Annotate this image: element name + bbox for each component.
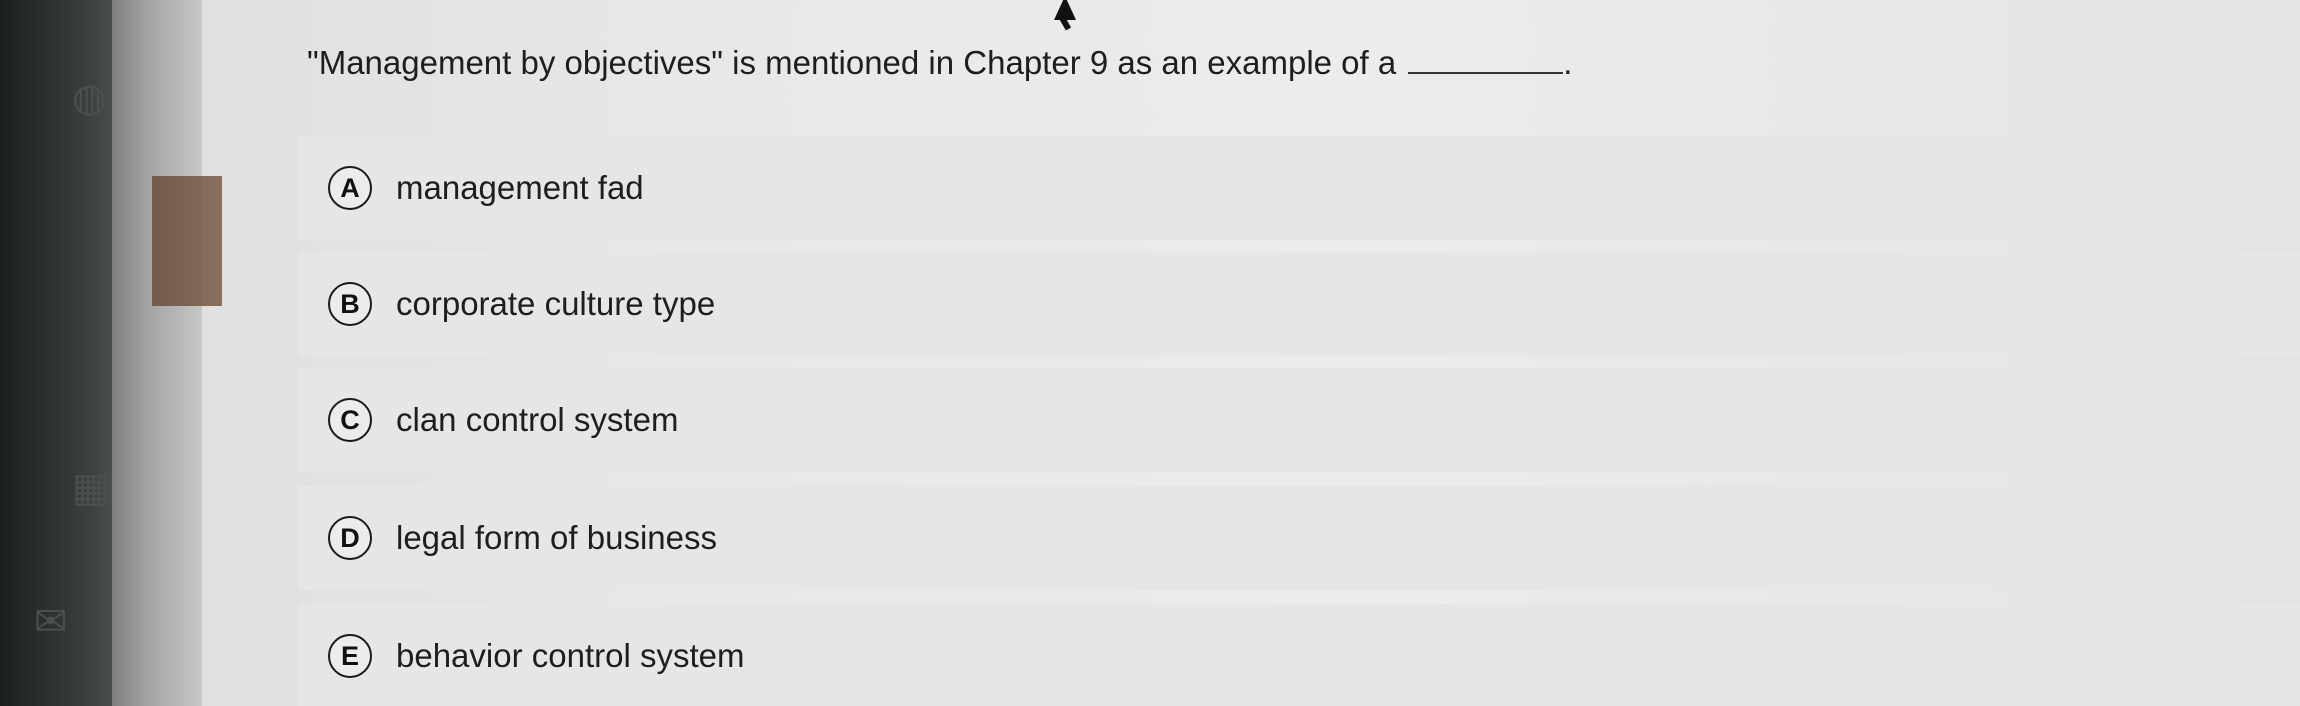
option-e[interactable]: E behavior control system	[298, 604, 2300, 706]
left-sidebar: ◍ ▦ ✉	[34, 0, 222, 706]
option-letter-badge[interactable]: C	[328, 398, 372, 442]
question-end-punct: .	[1563, 44, 1573, 81]
option-letter-badge[interactable]: D	[328, 516, 372, 560]
option-c[interactable]: C clan control system	[298, 368, 2300, 472]
option-a[interactable]: A management fad	[298, 136, 2300, 240]
answer-blank	[1408, 71, 1564, 74]
question-prompt: "Management by objectives" is mentioned …	[307, 44, 1572, 82]
option-letter-badge[interactable]: E	[328, 634, 372, 678]
option-letter-badge[interactable]: B	[328, 282, 372, 326]
calendar-icon[interactable]: ▦	[72, 468, 110, 508]
option-label[interactable]: corporate culture type	[396, 285, 715, 323]
option-label[interactable]: clan control system	[396, 401, 678, 439]
globe-icon[interactable]: ◍	[72, 78, 107, 118]
option-d[interactable]: D legal form of business	[298, 486, 2300, 590]
option-letter-badge[interactable]: A	[328, 166, 372, 210]
option-b[interactable]: B corporate culture type	[298, 252, 2300, 356]
quiz-content: "Management by objectives" is mentioned …	[202, 0, 2300, 706]
option-label[interactable]: legal form of business	[396, 519, 717, 557]
question-text: "Management by objectives" is mentioned …	[307, 44, 1397, 81]
option-label[interactable]: behavior control system	[396, 637, 744, 675]
mail-icon[interactable]: ✉	[34, 602, 68, 642]
option-label[interactable]: management fad	[396, 169, 644, 207]
